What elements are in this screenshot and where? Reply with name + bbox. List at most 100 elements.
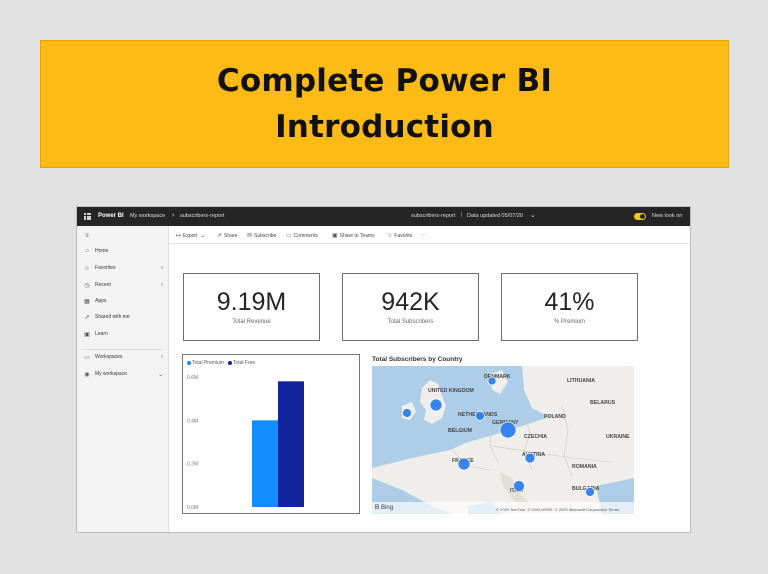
- title-banner: Complete Power BI Introduction: [40, 40, 729, 168]
- top-bar: Power BI My workspace › subscribers-repo…: [77, 207, 690, 226]
- y-tick-label: 0.4M: [187, 418, 198, 424]
- report-toolbar: ↦ Export ⌄ ⇗ Share ✉ Subscribe ▭ Comment…: [169, 226, 690, 244]
- sidebar-item-home[interactable]: ⌂ Home: [83, 246, 167, 256]
- export-button[interactable]: ↦ Export ⌄: [176, 232, 208, 240]
- kpi-label: Total Revenue: [232, 319, 271, 325]
- y-tick-label: 0.6M: [187, 375, 198, 381]
- chevron-right-icon: ›: [172, 212, 175, 219]
- user-icon: ◉: [84, 371, 90, 378]
- brand-name[interactable]: Power BI: [98, 213, 124, 219]
- map-bubble-ireland[interactable]: [402, 408, 412, 418]
- map-bubble-netherlands[interactable]: [475, 411, 485, 421]
- kpi-card-total-subscribers[interactable]: 942K Total Subscribers: [342, 273, 479, 341]
- y-tick-label: 0.2M: [187, 462, 198, 468]
- comments-label: Comments: [293, 232, 318, 239]
- sidebar-item-favorites[interactable]: ☆ Favorites ›: [83, 263, 167, 273]
- sidebar-item-label: Home: [95, 248, 109, 254]
- sidebar-divider: [83, 349, 163, 350]
- map-svg: UNITED KINGDOM DENMARK LITHUANIA BELARUS…: [372, 366, 634, 514]
- bar-chart-svg: 0.6M 0.4M 0.2M 0.0M: [187, 375, 304, 511]
- comments-button[interactable]: ▭ Comments: [286, 232, 318, 240]
- report-title: subscribers-report: [411, 213, 456, 219]
- favorite-label: Favorite: [394, 232, 413, 239]
- map-bubble-austria[interactable]: [524, 452, 536, 464]
- bing-logo: ᗸ Bing: [375, 505, 393, 512]
- star-icon: ☆: [84, 265, 90, 272]
- subscribe-button[interactable]: ✉ Subscribe: [247, 232, 277, 240]
- bar-total-premium[interactable]: [252, 420, 278, 507]
- map-bubble-denmark[interactable]: [487, 376, 497, 386]
- banner-title-line-1: Complete Power BI: [216, 63, 553, 99]
- share-icon: ⇗: [217, 233, 223, 239]
- map-bubble-united-kingdom[interactable]: [429, 398, 443, 412]
- report-canvas: 9.19M Total Revenue 942K Total Subscribe…: [169, 244, 690, 532]
- kpi-label: % Premium: [553, 319, 585, 325]
- map-bubble-italy[interactable]: [513, 480, 525, 492]
- sidebar-item-recent[interactable]: ◷ Recent ›: [83, 280, 167, 290]
- bar-chart-visual[interactable]: Total Premium Total Free 0.6M 0.4M 0.2M 0.0…: [182, 354, 360, 514]
- map-label-lithuania: LITHUANIA: [567, 378, 595, 384]
- sidebar-item-apps[interactable]: ▦ Apps: [83, 296, 167, 306]
- new-look-label: New look on: [652, 213, 683, 219]
- share-icon: ⇗: [84, 314, 90, 321]
- title-divider: |: [461, 212, 463, 218]
- powerbi-window: Power BI My workspace › subscribers-repo…: [76, 206, 691, 533]
- map-label-denmark: DENMARK: [484, 374, 511, 380]
- map-label-united-kingdom: UNITED KINGDOM: [428, 388, 474, 394]
- sidebar-item-my-workspace[interactable]: ◉ My workspace ⌄: [83, 369, 167, 379]
- data-updated-label: Data updated 05/07/20: [467, 213, 523, 219]
- sidebar-item-label: Shared with me: [95, 314, 130, 320]
- map-bubble-bulgaria[interactable]: [585, 487, 595, 497]
- apps-icon: ▦: [84, 298, 90, 305]
- kpi-value: 9.19M: [216, 288, 287, 316]
- kpi-card-total-revenue[interactable]: 9.19M Total Revenue: [183, 273, 320, 341]
- book-icon: ▣: [84, 331, 90, 338]
- map-label-belgium: BELGIUM: [448, 428, 472, 434]
- sidebar-item-label: Apps: [95, 298, 107, 304]
- sidebar-item-shared[interactable]: ⇗ Shared with me: [83, 312, 167, 322]
- sidebar-item-label: My workspace: [95, 371, 127, 377]
- favorite-button[interactable]: ☆ Favorite: [387, 232, 413, 240]
- map-label-romania: ROMANIA: [572, 464, 597, 470]
- map-title: Total Subscribers by Country: [372, 356, 463, 363]
- star-icon: ☆: [387, 233, 393, 239]
- sidebar-item-label: Learn: [95, 331, 108, 337]
- app-launcher-icon[interactable]: [84, 213, 91, 220]
- more-options-button[interactable]: ···: [421, 232, 426, 238]
- teams-icon: ▣: [332, 233, 338, 239]
- workspaces-icon: ▭: [84, 354, 90, 361]
- hamburger-icon[interactable]: ≡: [83, 233, 91, 239]
- chevron-down-icon[interactable]: ⌄: [530, 211, 536, 219]
- chevron-right-icon[interactable]: ›: [161, 265, 163, 271]
- map-bubble-france[interactable]: [457, 457, 471, 471]
- kpi-value: 41%: [544, 288, 595, 316]
- kpi-card-percent-premium[interactable]: 41% % Premium: [501, 273, 638, 341]
- sidebar-item-label: Favorites: [95, 265, 116, 271]
- breadcrumb-report[interactable]: subscribers-report: [180, 213, 224, 219]
- map-label-belarus: BELARUS: [590, 400, 616, 406]
- comment-icon: ▭: [286, 233, 292, 239]
- map-copyright[interactable]: © 2020 TomTom, © 2020 HERE, © 2020 Micro…: [496, 507, 619, 512]
- share-to-teams-button[interactable]: ▣ Share to Teams: [332, 232, 375, 240]
- new-look-toggle[interactable]: [634, 213, 646, 220]
- sidebar-collapse[interactable]: ≡: [83, 231, 167, 241]
- sidebar: ≡ ⌂ Home ☆ Favorites › ◷ Recent › ▦ Apps…: [77, 226, 169, 532]
- bar-total-free[interactable]: [278, 381, 304, 507]
- chevron-right-icon[interactable]: ›: [161, 354, 163, 360]
- bing-icon: ᗸ: [375, 505, 380, 511]
- mail-icon: ✉: [247, 233, 253, 239]
- share-button[interactable]: ⇗ Share: [217, 232, 237, 240]
- sidebar-item-learn[interactable]: ▣ Learn: [83, 329, 167, 339]
- home-icon: ⌂: [85, 248, 89, 254]
- map-visual[interactable]: UNITED KINGDOM DENMARK LITHUANIA BELARUS…: [372, 366, 634, 514]
- sidebar-item-workspaces[interactable]: ▭ Workspaces ›: [83, 352, 167, 362]
- map-bubble-germany[interactable]: [499, 421, 517, 439]
- export-label: Export: [183, 232, 198, 239]
- breadcrumb-workspace[interactable]: My workspace: [130, 213, 165, 219]
- kpi-value: 942K: [381, 288, 440, 316]
- map-label-czechia: CZECHIA: [524, 434, 547, 440]
- chevron-right-icon[interactable]: ›: [161, 282, 163, 288]
- subscribe-label: Subscribe: [254, 232, 277, 239]
- chevron-down-icon[interactable]: ⌄: [158, 371, 163, 378]
- map-label-poland: POLAND: [544, 414, 566, 420]
